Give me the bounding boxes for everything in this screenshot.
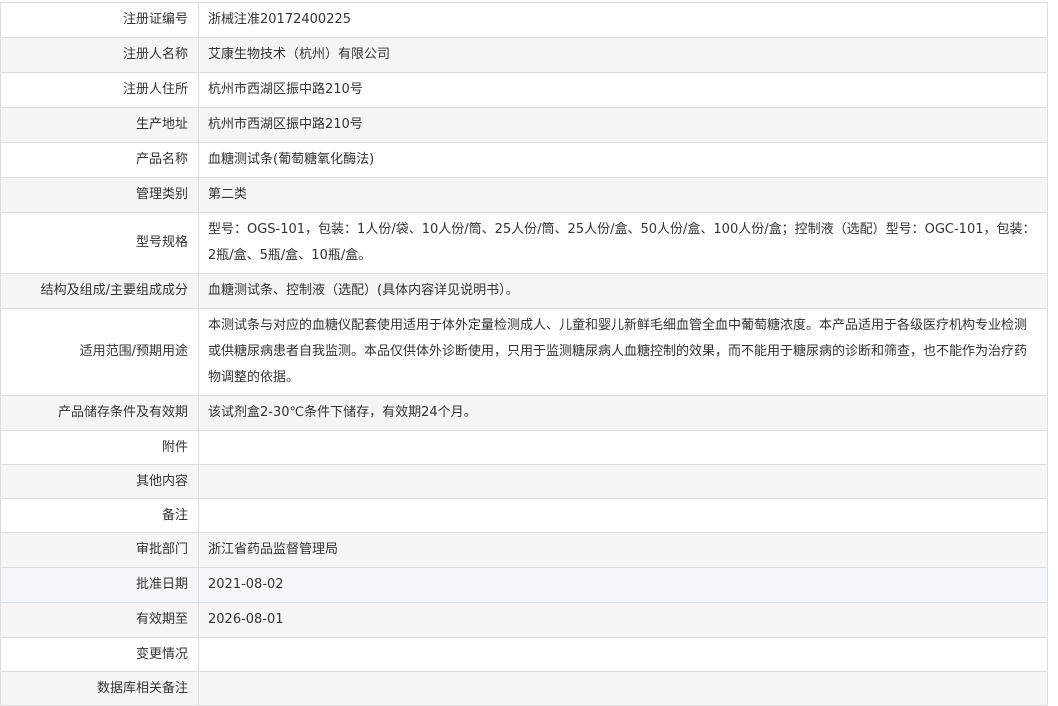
row-label: 变更情况 [0,637,199,672]
table-row: 生产地址 杭州市西湖区振中路210号 [0,107,1048,143]
table-row: 产品名称 血糖测试条(葡萄糖氧化酶法) [0,142,1048,178]
row-value: 杭州市西湖区振中路210号 [198,72,1048,108]
row-label: 适用范围/预期用途 [0,308,199,396]
row-label: 审批部门 [0,532,199,568]
row-value: 本测试条与对应的血糖仪配套使用适用于体外定量检测成人、儿童和婴儿新鲜毛细血管全血… [198,308,1048,396]
table-row: 注册证编号 浙械注准20172400225 [0,2,1048,38]
row-label: 结构及组成/主要组成成分 [0,273,199,309]
row-value [198,464,1048,499]
row-label: 批准日期 [0,567,199,603]
row-value [198,637,1048,672]
row-value: 艾康生物技术（杭州）有限公司 [198,37,1048,73]
row-value: 浙械注准20172400225 [198,2,1048,38]
row-label: 注册人名称 [0,37,199,73]
table-row: 管理类别 第二类 [0,177,1048,213]
row-value [198,430,1048,465]
row-label: 附件 [0,430,199,465]
row-value: 血糖测试条(葡萄糖氧化酶法) [198,142,1048,178]
row-label: 型号规格 [0,212,199,274]
row-label: 生产地址 [0,107,199,143]
row-value: 型号：OGS-101，包装：1人份/袋、10人份/筒、25人份/筒、25人份/盒… [198,212,1048,274]
registration-detail-table: 注册证编号 浙械注准20172400225 注册人名称 艾康生物技术（杭州）有限公司注… [0,2,1048,706]
table-row: 型号规格 型号：OGS-101，包装：1人份/袋、10人份/筒、25人份/筒、25… [0,212,1048,274]
row-value: 浙江省药品监督管理局 [198,532,1048,568]
row-value: 第二类 [198,177,1048,213]
row-label: 数据库相关备注 [0,671,199,706]
row-value [198,671,1048,706]
row-value: 该试剂盒2-30℃条件下储存，有效期24个月。 [198,395,1048,431]
table-row: 变更情况 [0,637,1048,672]
row-value: 2026-08-01 [198,602,1048,638]
row-value: 杭州市西湖区振中路210号 [198,107,1048,143]
table-row: 注册人住所 杭州市西湖区振中路210号 [0,72,1048,108]
table-row: 数据库相关备注 [0,671,1048,706]
row-label: 有效期至 [0,602,199,638]
table-row: 适用范围/预期用途 本测试条与对应的血糖仪配套使用适用于体外定量检测成人、儿童和婴… [0,308,1048,396]
table-body: 注册证编号 浙械注准20172400225 注册人名称 艾康生物技术（杭州）有限公司注… [0,2,1048,706]
table-row: 附件 [0,430,1048,465]
row-label: 注册人住所 [0,72,199,108]
row-value: 2021-08-02 [198,567,1048,603]
row-label: 注册证编号 [0,2,199,38]
table-row: 产品储存条件及有效期 该试剂盒2-30℃条件下储存，有效期24个月。 [0,395,1048,431]
table-row: 备注 [0,498,1048,533]
row-label: 备注 [0,498,199,533]
row-label: 管理类别 [0,177,199,213]
table-row: 注册人名称 艾康生物技术（杭州）有限公司 [0,37,1048,73]
row-value: 血糖测试条、控制液（选配）(具体内容详见说明书）。 [198,273,1048,309]
table-row: 批准日期 2021-08-02 [0,567,1048,603]
row-label: 产品储存条件及有效期 [0,395,199,431]
table-row: 有效期至 2026-08-01 [0,602,1048,638]
row-value [198,498,1048,533]
table-row: 审批部门 浙江省药品监督管理局 [0,532,1048,568]
table-row: 其他内容 [0,464,1048,499]
row-label: 产品名称 [0,142,199,178]
table-row: 结构及组成/主要组成成分 血糖测试条、控制液（选配）(具体内容详见说明书）。 [0,273,1048,309]
row-label: 其他内容 [0,464,199,499]
